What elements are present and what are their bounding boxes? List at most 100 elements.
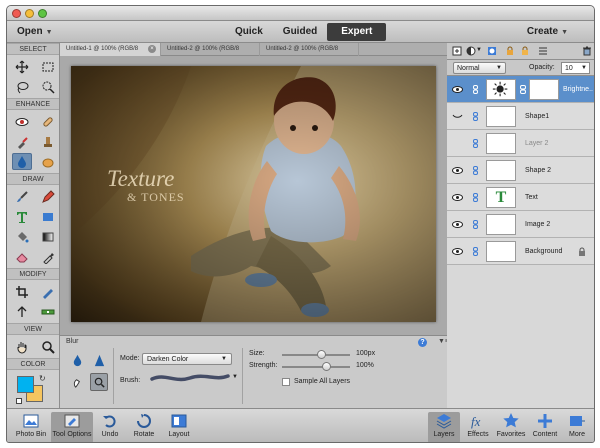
- help-icon[interactable]: ?: [418, 338, 427, 347]
- tab-document-2[interactable]: Untitled-2 @ 100% (RGB/8: [161, 43, 260, 56]
- marquee-tool[interactable]: [38, 58, 58, 75]
- layer-mask-icon[interactable]: [487, 46, 497, 56]
- lock-icon[interactable]: [505, 46, 515, 56]
- tool-options-button[interactable]: Tool Options: [51, 412, 93, 442]
- mode-quick[interactable]: Quick: [225, 23, 273, 41]
- eraser-icon: [16, 252, 28, 262]
- close-icon[interactable]: ×: [148, 45, 156, 53]
- eraser-tool[interactable]: [12, 248, 32, 265]
- lock-all-icon[interactable]: [520, 46, 530, 56]
- mode-select-value: Darken Color: [147, 356, 189, 363]
- blend-mode-select[interactable]: Normal ▼: [453, 62, 506, 74]
- effects-button[interactable]: fx Effects: [463, 412, 493, 442]
- layer-row-shape1[interactable]: Shape1: [447, 103, 594, 130]
- canvas-area[interactable]: Texture & TONES: [60, 56, 447, 335]
- eye-icon[interactable]: [452, 247, 463, 256]
- eye-icon[interactable]: [452, 112, 463, 121]
- eyedropper-icon: [43, 252, 54, 264]
- content-aware-move-tool[interactable]: [12, 303, 32, 320]
- healing-brush-tool[interactable]: [38, 113, 58, 130]
- panel-options-icon[interactable]: [538, 46, 548, 56]
- mode-select[interactable]: Darken Color ▼: [142, 353, 232, 365]
- opacity-input[interactable]: 10 ▼: [561, 62, 590, 74]
- strength-slider-knob[interactable]: [321, 362, 331, 371]
- adjustment-layer-icon[interactable]: [466, 46, 476, 56]
- zoom-window-button[interactable]: [38, 9, 47, 18]
- chain-link-icon[interactable]: [520, 85, 526, 94]
- gradient-tool[interactable]: [38, 228, 58, 245]
- layer-row-shape2[interactable]: Shape 2: [447, 157, 594, 184]
- red-eye-tool[interactable]: [12, 113, 32, 130]
- sponge-tool[interactable]: [38, 153, 58, 170]
- move-tool[interactable]: [12, 58, 32, 75]
- layer-row-image2[interactable]: Image 2: [447, 211, 594, 238]
- photo-bin-button[interactable]: Photo Bin: [13, 412, 49, 442]
- mode-expert[interactable]: Expert: [327, 23, 387, 41]
- sample-all-layers-checkbox[interactable]: [282, 378, 290, 386]
- brush-tool[interactable]: [12, 188, 32, 205]
- pencil-tool[interactable]: [38, 188, 58, 205]
- strength-slider[interactable]: [282, 362, 350, 371]
- tab-document-3[interactable]: Untitled-2 @ 100% (RGB/8: [260, 43, 359, 56]
- paint-bucket-tool[interactable]: [12, 228, 32, 245]
- clone-stamp-tool[interactable]: [38, 133, 58, 150]
- options-divider: [113, 348, 114, 404]
- favorites-button[interactable]: Favorites: [494, 412, 528, 442]
- layer-row-layer2[interactable]: Layer 2: [447, 130, 594, 157]
- gradient-icon: [42, 232, 54, 241]
- new-layer-icon[interactable]: [452, 46, 462, 56]
- size-slider[interactable]: [282, 350, 350, 359]
- brush-variant[interactable]: [90, 373, 108, 391]
- layer-row-brightness[interactable]: Brightne..: [447, 76, 594, 103]
- hand-icon: [17, 341, 27, 354]
- swap-colors-icon[interactable]: ↻: [39, 374, 46, 383]
- layer-name: Layer 2: [525, 140, 549, 147]
- mode-guided[interactable]: Guided: [273, 23, 327, 41]
- layers-panel-button[interactable]: Layers: [428, 412, 460, 442]
- close-window-button[interactable]: [12, 9, 21, 18]
- lasso-icon: [17, 81, 29, 93]
- eye-icon[interactable]: [452, 220, 463, 229]
- hand-tool[interactable]: [12, 338, 32, 355]
- smart-brush-tool[interactable]: [12, 133, 32, 150]
- chevron-down-icon[interactable]: ▼: [476, 47, 482, 53]
- layer-mask-thumbnail[interactable]: [529, 79, 559, 100]
- blur-tool[interactable]: [12, 153, 32, 170]
- recompose-tool[interactable]: [38, 283, 58, 300]
- tab-document-1[interactable]: Untitled-1 @ 100% (RGB/8 ×: [60, 43, 161, 56]
- layer-row-background[interactable]: Background: [447, 238, 594, 265]
- photo-canvas[interactable]: Texture & TONES: [71, 66, 436, 322]
- section-modify: MODIFY: [7, 268, 59, 280]
- layout-icon: [171, 414, 187, 428]
- foreground-color-swatch[interactable]: [17, 376, 34, 393]
- layer-row-text[interactable]: T Text: [447, 184, 594, 211]
- zoom-tool[interactable]: [38, 338, 58, 355]
- undo-button[interactable]: Undo: [95, 412, 125, 442]
- open-menu[interactable]: Open ▼: [17, 26, 53, 37]
- default-colors-icon[interactable]: [16, 398, 22, 404]
- type-tool[interactable]: [12, 208, 32, 225]
- eye-icon[interactable]: [452, 85, 463, 94]
- blur-variant[interactable]: [68, 351, 86, 369]
- eye-icon[interactable]: [452, 166, 463, 175]
- layout-button[interactable]: Layout: [163, 412, 195, 442]
- lasso-tool[interactable]: [12, 78, 32, 95]
- smudge-variant[interactable]: [68, 373, 86, 391]
- rotate-button[interactable]: Rotate: [127, 412, 161, 442]
- straighten-tool[interactable]: [38, 303, 58, 320]
- brush-stroke-preview[interactable]: [150, 370, 230, 386]
- layer-thumbnail: [486, 160, 516, 181]
- create-menu[interactable]: Create ▼: [527, 26, 568, 37]
- minimize-window-button[interactable]: [25, 9, 34, 18]
- quick-selection-tool[interactable]: [38, 78, 58, 95]
- trash-icon[interactable]: [582, 46, 592, 56]
- eyedropper-tool[interactable]: [38, 248, 58, 265]
- crop-tool[interactable]: [12, 283, 32, 300]
- more-button[interactable]: More: [563, 412, 591, 442]
- eye-icon[interactable]: [452, 193, 463, 202]
- content-button[interactable]: Content: [529, 412, 561, 442]
- brush-picker-caret[interactable]: ▼: [232, 374, 238, 380]
- sharpen-variant[interactable]: [90, 351, 108, 369]
- size-slider-knob[interactable]: [317, 350, 327, 359]
- shape-tool[interactable]: [38, 208, 58, 225]
